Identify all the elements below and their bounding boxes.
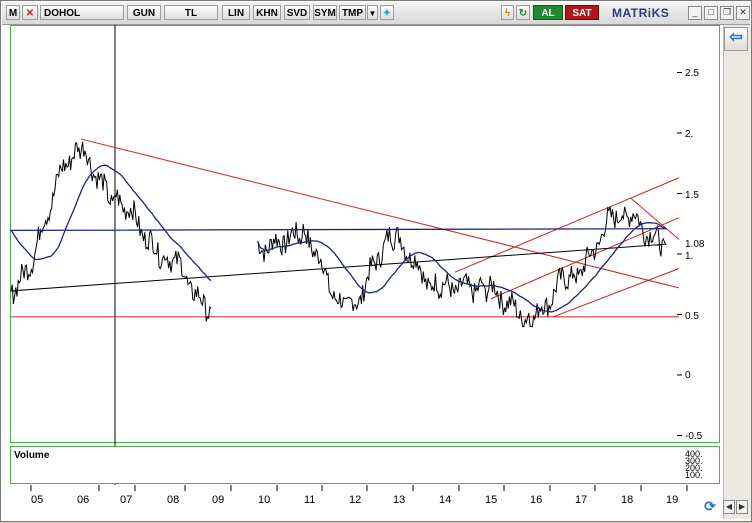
x-tick-label: 16 [530,494,543,506]
y-tick-label: 0 [685,370,691,381]
x-tick-label: 13 [393,494,406,506]
volume-scale-label: 100. [685,470,703,480]
price-series-line [10,141,667,328]
right-side-panel [723,25,751,519]
y-last-price-label: 1.08 [685,239,705,250]
x-tick-label: 15 [485,494,498,506]
y-tick-label: 1.5 [685,190,699,201]
x-tick-label: 19 [666,494,679,506]
x-tick-label: 07 [120,494,133,506]
x-tick-label: 05 [31,494,44,506]
y-tick-label: 2. [685,129,694,140]
channel-upper-line [454,177,680,273]
x-tick-label: 17 [575,494,588,506]
y-tick-label: -0.5 [685,431,703,442]
x-tick-label: 11 [304,494,316,506]
x-tick-label: 09 [212,494,225,506]
moving-average-line [9,164,668,313]
x-tick-label: 06 [77,494,90,506]
x-tick-label: 10 [258,494,271,506]
volume-panel[interactable] [10,446,720,484]
y-tick-label: 2.5 [685,68,699,79]
scroll-right-icon[interactable]: ▶ [736,500,748,514]
y-tick-label: 1. [685,251,694,262]
x-tick-label: 12 [349,494,362,506]
x-tick-label: 18 [621,494,634,506]
x-tick-label: 08 [167,494,180,506]
y-tick-label: 0.5 [685,311,699,322]
chart-window: M ✕ DOHOL GUN TL LIN KHN SVD SYM TMP ▼ ✦… [0,0,752,522]
volume-label: Volume [14,450,50,461]
price-chart-svg [9,25,688,491]
sync-icon[interactable]: ⟳ [701,497,719,515]
scroll-left-icon[interactable]: ◀ [723,500,735,514]
back-arrow-icon[interactable]: ⇦ [724,27,748,51]
x-tick-label: 14 [439,494,452,506]
